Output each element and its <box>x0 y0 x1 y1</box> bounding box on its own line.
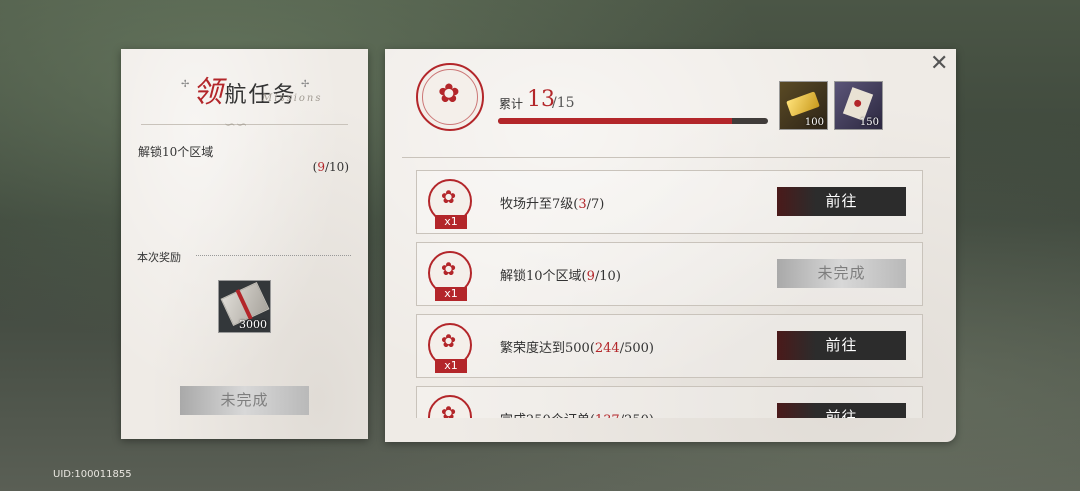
mission-info-panel: ✢ 领航任务 Missions ✢ ∽∽ 解锁10个区域 (9/10) 本次奖励… <box>121 49 368 439</box>
task-row: ✿ x1 解锁10个区域(9/10) 未完成 <box>416 242 923 306</box>
reward-label: 本次奖励 <box>137 251 181 264</box>
task-description: 繁荣度达到500(244/500) <box>500 341 654 356</box>
total-label: 累计 <box>499 97 524 111</box>
task-row: ✿x1完成250个订单(137/250)前往 <box>416 386 923 418</box>
task-reward-count: x1 <box>435 287 467 301</box>
task-seal-icon: ✿ <box>428 395 472 418</box>
reward-count: 3000 <box>239 318 267 331</box>
go-button[interactable]: 前往 <box>777 403 906 418</box>
swirl-ornament-icon: ∽∽ <box>224 117 248 133</box>
total-current: 13 <box>527 87 555 112</box>
task-row: ✿ x1 繁荣度达到500(244/500) 前往 <box>416 314 923 378</box>
divider <box>402 157 950 158</box>
current-task-name: 解锁10个区域 <box>138 145 214 159</box>
task-row: ✿ x1 牧场升至7级(3/7) 前往 <box>416 170 923 234</box>
total-progress-fill <box>498 118 732 124</box>
mission-list-panel: ✿ 累计 13 /15 100 150 ✕ ✿ x1 牧场升至7级(3/7) 前往 ✿ x… <box>385 49 956 442</box>
reward-item[interactable]: 3000 <box>218 280 271 333</box>
seal-emblem: ✿ <box>416 63 484 131</box>
incomplete-button[interactable]: 未完成 <box>180 386 309 415</box>
letter-reward-item[interactable]: 150 <box>834 81 883 130</box>
task-reward-count: x1 <box>435 359 467 373</box>
gold-bar-icon <box>786 91 820 117</box>
close-icon[interactable]: ✕ <box>930 51 948 76</box>
task-description: 完成250个订单(137/250) <box>500 409 654 418</box>
total-max: /15 <box>552 95 575 111</box>
go-button[interactable]: 前往 <box>777 331 906 360</box>
star-ornament-icon: ✢ <box>301 79 310 90</box>
title-subtitle: Missions <box>262 93 323 104</box>
current-task-progress: (9/10) <box>312 160 349 174</box>
dotted-divider <box>196 255 351 256</box>
task-list[interactable]: ✿ x1 牧场升至7级(3/7) 前往 ✿ x1 解锁10个区域(9/10) 未完成 ✿ x1 繁荣… <box>416 170 925 418</box>
letter-count: 150 <box>859 117 879 128</box>
title-first-char: 领 <box>192 75 225 110</box>
gold-reward-item[interactable]: 100 <box>779 81 828 130</box>
letter-icon <box>842 87 874 121</box>
incomplete-button[interactable]: 未完成 <box>777 259 906 288</box>
rose-icon: ✿ <box>438 79 460 109</box>
gold-count: 100 <box>804 117 824 128</box>
go-button[interactable]: 前往 <box>777 187 906 216</box>
task-description: 牧场升至7级(3/7) <box>500 197 605 212</box>
panel-title: 领航任务 <box>121 67 368 111</box>
task-reward-count: x1 <box>435 215 467 229</box>
user-id: UID:100011855 <box>53 469 132 480</box>
task-description: 解锁10个区域(9/10) <box>500 269 621 284</box>
total-progress-bar <box>498 118 768 124</box>
